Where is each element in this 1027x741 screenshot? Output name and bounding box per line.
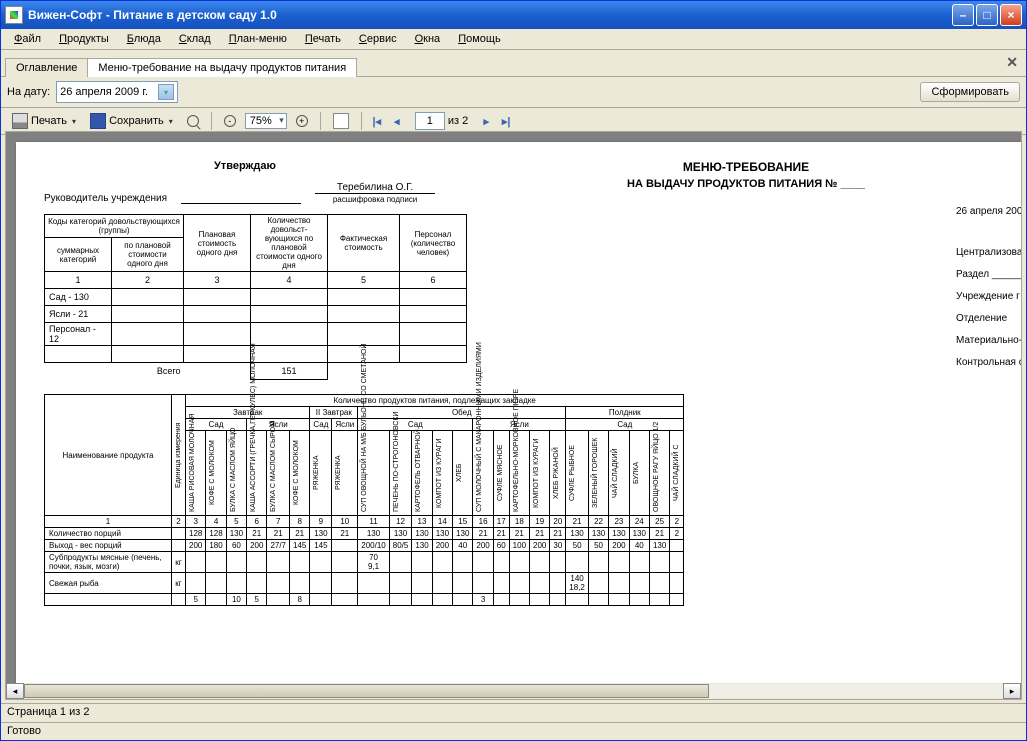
col-num: 1 <box>45 272 112 289</box>
page-of: из 2 <box>448 115 468 127</box>
cat-row: Персонал - 12 <box>45 323 112 346</box>
chevron-down-icon: ▾ <box>72 117 76 126</box>
app-window: Вижен-Софт - Питание в детском саду 1.0 … <box>0 0 1027 741</box>
menu-file[interactable]: Файл <box>5 31 50 47</box>
tab-close-icon[interactable]: ✕ <box>1006 54 1018 71</box>
menu-plan[interactable]: План-меню <box>220 31 296 47</box>
find-button[interactable] <box>182 112 204 130</box>
doc-date: 26 апреля 2009 <box>956 206 1022 217</box>
titlebar: Вижен-Софт - Питание в детском саду 1.0 … <box>1 1 1026 29</box>
layout-button[interactable] <box>328 110 354 132</box>
zoom-select[interactable]: 75% <box>245 113 287 129</box>
date-label: На дату: <box>7 86 50 98</box>
head-label: Руководитель учреждения <box>44 193 167 204</box>
maximize-button[interactable]: □ <box>976 4 998 26</box>
horizontal-scrollbar[interactable]: ◂ ▸ <box>5 683 1022 700</box>
cat-row: Ясли - 21 <box>45 306 112 323</box>
save-button[interactable]: Сохранить ▾ <box>85 110 178 132</box>
last-page-button[interactable]: ▸| <box>498 113 514 129</box>
window-title: Вижен-Софт - Питание в детском саду 1.0 <box>28 8 952 22</box>
page-indicator: из 2 <box>409 112 474 130</box>
first-page-button[interactable]: |◂ <box>369 113 385 129</box>
col-num: 2 <box>112 272 184 289</box>
scroll-thumb[interactable] <box>24 684 709 698</box>
page-input[interactable] <box>415 112 445 130</box>
menu-help[interactable]: Помощь <box>449 31 510 47</box>
close-button[interactable]: × <box>1000 4 1022 26</box>
th: Плановая стоимость одного дня <box>184 215 251 272</box>
print-icon <box>12 113 28 129</box>
tab-contents[interactable]: Оглавление <box>5 58 88 77</box>
col-num: 6 <box>400 272 467 289</box>
statusbar: Страница 1 из 2 Готово <box>1 703 1026 740</box>
th: Количество довольст-вующихся по плановой… <box>251 215 328 272</box>
status-ready: Готово <box>1 723 1026 739</box>
doc-title: МЕНЮ-ТРЕБОВАНИЕ <box>556 160 936 174</box>
col-num: 5 <box>328 272 400 289</box>
zoom-in-button[interactable]: + <box>291 112 313 130</box>
th: Фактическая стоимость <box>328 215 400 272</box>
separator <box>320 112 321 130</box>
total-value: 151 <box>251 363 328 380</box>
app-icon <box>5 6 23 24</box>
doc-meta: Централизован Раздел ______ Учреждение г… <box>956 242 1022 374</box>
zoom-in-icon: + <box>296 115 308 127</box>
meta-line: Материально-от <box>956 330 1022 352</box>
menu-products[interactable]: Продукты <box>50 31 118 47</box>
zoom-out-icon: - <box>224 115 236 127</box>
menu-print[interactable]: Печать <box>296 31 350 47</box>
generate-button[interactable]: Сформировать <box>920 82 1020 102</box>
search-icon <box>187 115 199 127</box>
tab-menu-req[interactable]: Меню-требование на выдачу продуктов пита… <box>87 58 357 77</box>
scroll-track[interactable] <box>24 684 1003 698</box>
col-num: 4 <box>251 272 328 289</box>
menu-service[interactable]: Сервис <box>350 31 406 47</box>
menu-dishes[interactable]: Блюда <box>118 31 170 47</box>
th: Коды категорий довольствующихся (группы) <box>45 215 184 238</box>
th: суммарных категорий <box>45 238 112 272</box>
signature-line <box>181 189 301 204</box>
page-icon <box>333 113 349 129</box>
next-page-button[interactable]: ▸ <box>478 113 494 129</box>
signer-name: Теребилина О.Г. <box>315 182 435 194</box>
date-picker[interactable]: 26 апреля 2009 г. ▾ <box>56 81 178 103</box>
report-viewer[interactable]: Утверждаю МЕНЮ-ТРЕБОВАНИЕ НА ВЫДАЧУ ПРОД… <box>5 131 1022 700</box>
meta-line: Централизован <box>956 242 1022 264</box>
menu-windows[interactable]: Окна <box>406 31 450 47</box>
meta-line: Раздел ______ <box>956 264 1022 286</box>
date-dropdown-icon[interactable]: ▾ <box>158 84 174 100</box>
menu-stock[interactable]: Склад <box>170 31 220 47</box>
doc-subtitle: НА ВЫДАЧУ ПРОДУКТОВ ПИТАНИЯ № ____ <box>556 178 936 190</box>
total-label: Всего <box>45 363 184 380</box>
scroll-left-button[interactable]: ◂ <box>6 683 24 699</box>
minimize-button[interactable]: – <box>952 4 974 26</box>
tabs-row: Оглавление Меню-требование на выдачу про… <box>1 50 1026 77</box>
status-page: Страница 1 из 2 <box>1 704 1026 723</box>
col-num: 3 <box>184 272 251 289</box>
products-table: Наименование продуктаЕдиница измеренияКо… <box>44 394 684 606</box>
chevron-down-icon: ▾ <box>169 117 173 126</box>
meta-line: Контрольная су <box>956 352 1022 374</box>
cat-row: Сад - 130 <box>45 289 112 306</box>
scroll-right-button[interactable]: ▸ <box>1003 683 1021 699</box>
signer-sub: расшифровка подписи <box>315 195 435 204</box>
save-label: Сохранить <box>109 115 164 127</box>
print-button[interactable]: Печать ▾ <box>7 110 81 132</box>
date-toolbar: На дату: 26 апреля 2009 г. ▾ Сформироват… <box>1 77 1026 108</box>
print-label: Печать <box>31 115 67 127</box>
meta-line: Отделение <box>956 308 1022 330</box>
th: Персонал (количество человек) <box>400 215 467 272</box>
th: по плановой стоимости одного дня <box>112 238 184 272</box>
menubar: Файл Продукты Блюда Склад План-меню Печа… <box>1 29 1026 50</box>
separator <box>211 112 212 130</box>
prev-page-button[interactable]: ◂ <box>389 113 405 129</box>
report-page: Утверждаю МЕНЮ-ТРЕБОВАНИЕ НА ВЫДАЧУ ПРОД… <box>16 142 1022 700</box>
separator <box>361 112 362 130</box>
meta-line: Учреждение г <box>956 286 1022 308</box>
date-value: 26 апреля 2009 г. <box>60 86 148 98</box>
save-icon <box>90 113 106 129</box>
zoom-out-button[interactable]: - <box>219 112 241 130</box>
